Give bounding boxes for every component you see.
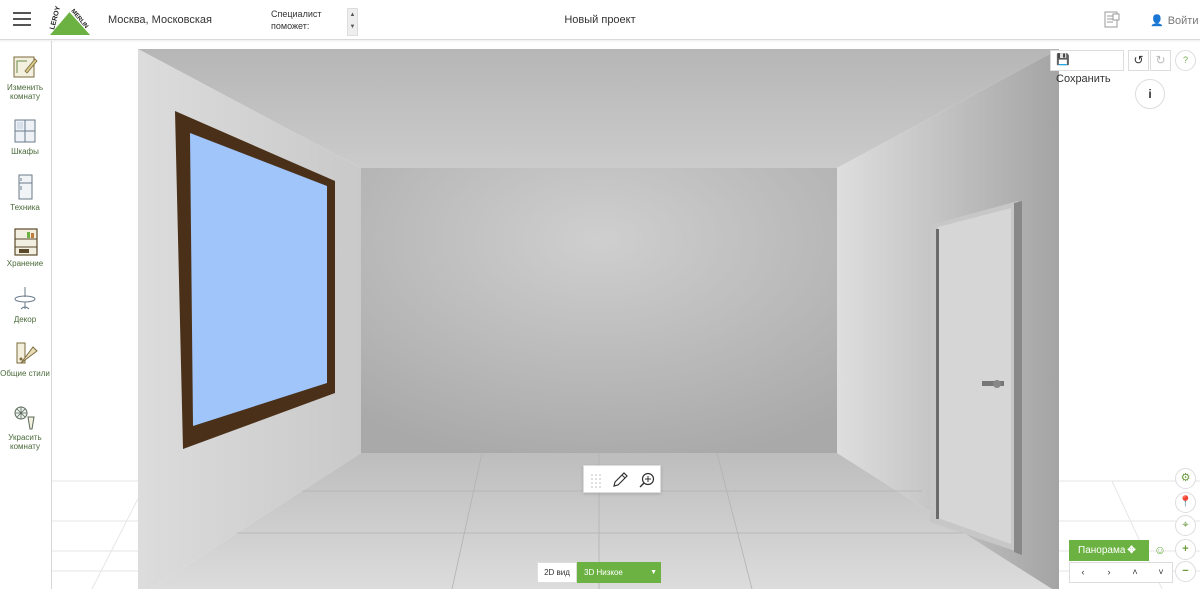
sidebar-item-edit-room[interactable]: Изменить комнату: [0, 53, 50, 101]
chevron-down-icon: ▼: [650, 569, 657, 576]
camera-arrow-controls: ‹ › ˄ ˅: [1069, 562, 1173, 583]
view-2d-button[interactable]: 2D вид: [537, 562, 577, 583]
panorama-button[interactable]: Панорама ✥: [1069, 540, 1149, 561]
sidebar-label: Декор: [13, 315, 37, 324]
zoom-in-button[interactable]: +: [1175, 539, 1196, 560]
room-3d-viewport[interactable]: [52, 41, 1200, 589]
lamp-icon: [14, 287, 36, 310]
sidebar-label: Шкафы: [11, 147, 39, 156]
fridge-icon: [18, 174, 33, 200]
gear-icon[interactable]: ⚙: [1175, 468, 1196, 489]
sidebar-item-styles[interactable]: Общие стили: [0, 339, 50, 378]
crosshair-icon[interactable]: ⌖: [1175, 515, 1196, 536]
redo-icon: ↻: [1155, 53, 1166, 67]
sidebar-item-decorate[interactable]: Украсить комнату: [0, 403, 50, 451]
redo-button[interactable]: ↻: [1150, 50, 1171, 71]
pan-left-button[interactable]: ‹: [1070, 563, 1096, 582]
floppy-disk-icon: 💾: [1056, 54, 1070, 66]
project-title[interactable]: Новый проект: [500, 14, 700, 26]
city-selector[interactable]: Москва, Московская: [108, 14, 212, 26]
undo-button[interactable]: ↺: [1128, 50, 1149, 71]
panorama-label: Панорама: [1078, 545, 1126, 556]
sidebar-label: Техника: [10, 203, 40, 212]
grid-icon[interactable]: [588, 471, 606, 489]
move-arrows-icon: ✥: [1127, 545, 1136, 556]
specialist-scroller[interactable]: ▲ ▼: [347, 8, 358, 36]
room-edit-icon: [13, 56, 38, 78]
document-icon[interactable]: [1104, 11, 1120, 29]
zoom-in-icon[interactable]: [638, 471, 656, 489]
specialist-help-text: Специалист поможет:: [271, 9, 322, 31]
sidebar-label: Хранение: [6, 259, 44, 268]
sidebar-item-storage[interactable]: Хранение: [0, 227, 50, 268]
help-button[interactable]: ?: [1175, 50, 1196, 71]
login-button[interactable]: 👤 Войти: [1150, 14, 1199, 27]
scroll-up-icon[interactable]: ▲: [348, 9, 357, 21]
sidebar-item-cabinets[interactable]: Шкафы: [0, 117, 50, 156]
view-3d-select[interactable]: 3D Низкое ▼: [577, 562, 661, 583]
hamburger-menu-icon[interactable]: [13, 12, 31, 28]
cabinets-icon: [14, 119, 36, 143]
zoom-out-button[interactable]: −: [1175, 561, 1196, 582]
room-render: [52, 41, 1200, 589]
map-pin-icon[interactable]: 📍: [1175, 492, 1196, 513]
palette-icon: [16, 342, 38, 364]
sidebar-item-appliances[interactable]: Техника: [0, 173, 50, 212]
header-bar: LEROY MERLIN Москва, Московская Специали…: [0, 0, 1200, 40]
info-button[interactable]: i: [1135, 79, 1165, 109]
sidebar-label: Изменить комнату: [6, 83, 44, 101]
pan-up-button[interactable]: ˄: [1122, 563, 1148, 582]
walk-person-icon[interactable]: ☺: [1152, 540, 1168, 561]
save-label: Сохранить: [1056, 73, 1111, 85]
pan-down-button[interactable]: ˅: [1148, 563, 1174, 582]
login-label: Войти: [1167, 15, 1199, 27]
view-3d-label: 3D Низкое: [584, 568, 623, 577]
pan-right-button[interactable]: ›: [1096, 563, 1122, 582]
sidebar-label: Украсить комнату: [8, 433, 42, 451]
sidebar-label: Общие стили: [0, 369, 50, 378]
left-sidebar: Изменить комнату Шкафы Техника Хранение …: [0, 41, 52, 589]
scroll-down-icon[interactable]: ▼: [348, 21, 357, 33]
undo-icon: ↺: [1133, 53, 1144, 67]
storage-icon: [14, 228, 38, 256]
user-icon: 👤: [1150, 15, 1164, 27]
floating-tool-panel: [583, 465, 661, 493]
leroy-merlin-logo[interactable]: LEROY MERLIN: [48, 1, 100, 38]
pencil-icon[interactable]: [611, 471, 629, 489]
sidebar-item-decor[interactable]: Декор: [0, 285, 50, 324]
decorate-icon: [14, 406, 35, 430]
save-button[interactable]: 💾 Сохранить: [1050, 50, 1124, 85]
app-root: LEROY MERLIN Москва, Московская Специали…: [0, 0, 1200, 589]
